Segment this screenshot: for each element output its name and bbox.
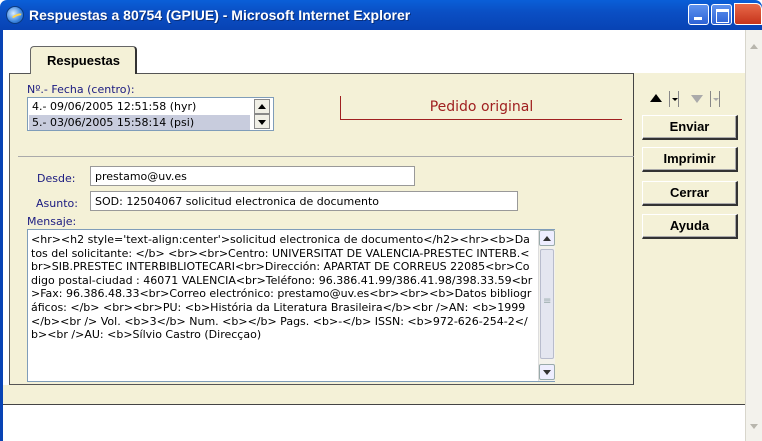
pedido-original-link[interactable]: Pedido original [340,96,622,120]
dropdown-icon[interactable] [710,91,720,107]
ayuda-button[interactable]: Ayuda [642,214,738,239]
arrow-up-icon [650,94,662,102]
mensaje-scrollbar[interactable] [538,230,555,381]
arrow-down-icon [691,95,703,103]
fecha-listbox[interactable]: 4.- 09/06/2005 12:51:58 (hyr) 5.- 03/06/… [27,97,274,131]
listbox-down-icon[interactable] [254,114,270,129]
desde-field[interactable]: prestamo@uv.es [90,166,415,186]
listbox-up-icon[interactable] [254,99,270,114]
fecha-label: Nº.- Fecha (centro): [27,83,135,96]
tab-label: Respuestas [47,53,120,68]
window-title-bar[interactable]: Respuestas a 80754 (GPIUE) - Microsoft I… [0,0,762,30]
internet-explorer-icon [6,6,24,24]
previous-response-button[interactable] [646,90,685,108]
scroll-up-icon[interactable] [750,44,758,49]
desde-label: Desde: [37,172,76,185]
tab-respuestas[interactable]: Respuestas [30,46,137,74]
window-title: Respuestas a 80754 (GPIUE) - Microsoft I… [29,7,411,23]
panel-footer [3,385,745,405]
imprimir-button[interactable]: Imprimir [642,147,738,172]
minimize-button[interactable] [688,4,709,25]
close-window-button[interactable] [734,3,762,25]
scroll-down-icon[interactable] [539,364,555,380]
asunto-field[interactable]: SOD: 12504067 solicitud electronica de d… [90,191,518,211]
list-item-selected[interactable]: 5.- 03/06/2005 15:58:14 (psi) [29,115,250,130]
scroll-thumb[interactable] [540,249,554,359]
scroll-down-icon[interactable] [750,424,758,429]
mensaje-text[interactable]: <hr><h2 style='text-align:center'>solici… [31,233,534,379]
dropdown-icon[interactable] [669,91,679,107]
scroll-up-icon[interactable] [539,230,555,246]
list-item[interactable]: 4.- 09/06/2005 12:51:58 (hyr) [29,99,250,114]
cerrar-button[interactable]: Cerrar [642,181,738,206]
next-response-button[interactable] [687,90,726,108]
page-scrollbar[interactable] [745,30,762,441]
enviar-button[interactable]: Enviar [642,115,738,140]
asunto-label: Asunto: [36,197,78,210]
mensaje-textarea[interactable]: <hr><h2 style='text-align:center'>solici… [27,229,555,382]
maximize-button[interactable] [711,4,732,25]
mensaje-label: Mensaje: [27,215,77,228]
divider [18,156,634,157]
